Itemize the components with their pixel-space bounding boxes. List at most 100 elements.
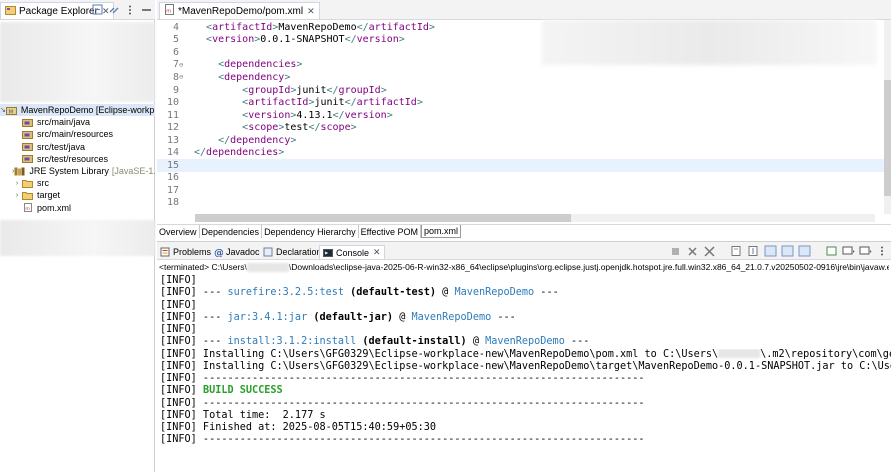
tab-console[interactable]: Console ✕ xyxy=(319,245,385,259)
scroll-thumb[interactable] xyxy=(884,80,891,196)
code-line[interactable]: 10 <artifactId>junit</artifactId> xyxy=(157,96,884,109)
console-link[interactable]: surefire:3.2.5:test xyxy=(227,287,344,298)
console-text: [INFO] ---------------------------------… xyxy=(160,397,645,409)
console-text: (default-test) xyxy=(344,287,437,299)
remove-launch-icon[interactable] xyxy=(686,245,699,257)
console-line: [INFO] ---------------------------------… xyxy=(160,373,891,385)
tree-item[interactable]: src/test/resources xyxy=(0,153,155,165)
close-icon[interactable]: ✕ xyxy=(307,6,315,17)
xml-file-icon: m xyxy=(164,4,175,18)
collapsed-arrow-icon[interactable]: › xyxy=(12,180,22,187)
console-text: --- xyxy=(564,336,590,348)
pom-tab-effective-pom[interactable]: Effective POM xyxy=(359,225,421,238)
code-line[interactable]: 14 </dependencies> xyxy=(157,147,884,160)
code-text: </dependency> xyxy=(218,134,297,146)
library-icon xyxy=(14,167,26,176)
show-on-output-icon[interactable] xyxy=(781,245,794,257)
javadoc-icon: @ xyxy=(213,247,223,257)
console-icon xyxy=(323,248,333,258)
editor-horizontal-scrollbar[interactable] xyxy=(195,214,875,222)
blurred-tree-region xyxy=(0,220,155,256)
console-text: [INFO] Installing C:\Users\GFG0329\Eclip… xyxy=(160,360,891,372)
console-link[interactable]: install:3.1.2:install xyxy=(227,336,356,347)
console-output[interactable]: [INFO] [INFO] --- surefire:3.2.5:test (de… xyxy=(160,275,891,447)
tab-problems[interactable]: Problems xyxy=(160,245,211,259)
code-line[interactable]: 11 <version>4.13.1</version> xyxy=(157,109,884,122)
line-number: 11 xyxy=(166,109,179,121)
fold-toggle-icon[interactable]: ⊖ xyxy=(179,73,186,81)
console-line: [INFO] BUILD SUCCESS xyxy=(160,385,891,397)
pin-console-icon[interactable] xyxy=(825,245,838,257)
console-text: @ xyxy=(466,336,486,348)
code-line[interactable]: 13 </dependency> xyxy=(157,134,884,147)
code-line[interactable]: 8 ⊖ <dependency> xyxy=(157,71,884,84)
code-line[interactable]: 16 xyxy=(157,172,884,185)
close-icon[interactable]: ✕ xyxy=(373,247,381,258)
minimize-icon[interactable] xyxy=(140,4,153,16)
tree-item[interactable]: ›JRE System Library[JavaSE-1.8] xyxy=(0,165,155,177)
link-editor-icon[interactable] xyxy=(108,4,121,16)
word-wrap-icon[interactable] xyxy=(764,245,777,257)
code-line[interactable]: 15 xyxy=(157,159,884,172)
tree-item[interactable]: src/test/java xyxy=(0,141,155,153)
console-text: [INFO] Total time: 2.177 s xyxy=(160,409,326,421)
console-link[interactable]: jar:3.4.1:jar xyxy=(227,312,307,323)
clear-console-icon[interactable] xyxy=(730,245,743,257)
pom-tab-dependency-hierarchy[interactable]: Dependency Hierarchy xyxy=(262,225,359,238)
console-text: @ xyxy=(436,287,455,299)
console-text: [INFO] ---------------------------------… xyxy=(160,434,645,446)
collapse-all-icon[interactable] xyxy=(92,4,105,16)
code-line[interactable]: 9 <groupId>junit</groupId> xyxy=(157,84,884,97)
tree-item-label: JRE System Library xyxy=(29,166,109,177)
code-line[interactable]: 18 xyxy=(157,197,884,210)
code-line[interactable]: 17 xyxy=(157,184,884,197)
console-text: --- xyxy=(491,311,516,323)
separator xyxy=(815,245,821,257)
tab-declaration[interactable]: Declaration xyxy=(263,245,322,259)
scroll-thumb[interactable] xyxy=(195,214,571,222)
folder-icon xyxy=(22,191,34,200)
tree-item-project[interactable]: ↘ M MavenRepoDemo [Eclipse-workpl xyxy=(0,104,155,117)
tree-item[interactable]: › src xyxy=(0,177,155,189)
pom-tab-overview[interactable]: Overview xyxy=(157,225,200,238)
blurred-editor-region xyxy=(542,20,877,65)
collapsed-arrow-icon[interactable]: › xyxy=(12,192,22,199)
pom-tab-pom-xml[interactable]: pom.xml xyxy=(420,225,461,238)
editor-vertical-scrollbar[interactable] xyxy=(884,20,891,214)
project-icon: M xyxy=(5,106,18,115)
tree-item[interactable]: src/main/resources xyxy=(0,128,155,140)
line-number: 7 xyxy=(172,59,179,71)
tree-item[interactable]: › target xyxy=(0,189,155,201)
tree-item-suffix: [JavaSE-1.8] xyxy=(111,166,155,177)
console-link[interactable]: MavenRepoDemo xyxy=(454,287,534,298)
console-text: @ xyxy=(393,311,412,323)
source-folder-icon xyxy=(22,154,34,164)
pom-tab-dependencies[interactable]: Dependencies xyxy=(200,225,263,238)
console-link[interactable]: MavenRepoDemo xyxy=(485,336,565,347)
tree-item-label: src/test/java xyxy=(37,141,86,152)
tree-item[interactable]: m pom.xml xyxy=(0,202,155,214)
terminate-icon[interactable] xyxy=(669,245,682,257)
open-console-icon[interactable] xyxy=(859,245,872,257)
tab-javadoc[interactable]: @ Javadoc xyxy=(213,245,260,259)
line-number: 8 xyxy=(172,71,179,83)
redacted-username xyxy=(718,349,761,358)
show-on-error-icon[interactable] xyxy=(798,245,811,257)
code-text: <version>0.0.1-SNAPSHOT</version> xyxy=(206,34,405,46)
fold-toggle-icon[interactable]: ⊖ xyxy=(179,61,186,69)
console-text: (default-install) xyxy=(356,336,467,348)
remove-all-terminated-icon[interactable] xyxy=(703,245,716,257)
console-text: [INFO] --- xyxy=(160,311,228,323)
svg-text:m: m xyxy=(166,9,171,15)
line-number: 6 xyxy=(172,46,179,58)
display-console-icon[interactable] xyxy=(842,245,855,257)
code-line[interactable]: 12 <scope>test</scope> xyxy=(157,121,884,134)
scroll-lock-icon[interactable] xyxy=(747,245,760,257)
view-menu-icon[interactable] xyxy=(124,4,137,16)
tree-item[interactable]: src/main/java xyxy=(0,116,155,128)
pom-editor-tab[interactable]: m *MavenRepoDemo/pom.xml ✕ xyxy=(159,2,320,19)
console-link[interactable]: MavenRepoDemo xyxy=(411,312,491,323)
console-text: [INFO] --- xyxy=(160,287,228,299)
view-menu-icon[interactable] xyxy=(876,245,889,257)
console-line: [INFO] --- install:3.1.2:install (defaul… xyxy=(160,336,891,348)
